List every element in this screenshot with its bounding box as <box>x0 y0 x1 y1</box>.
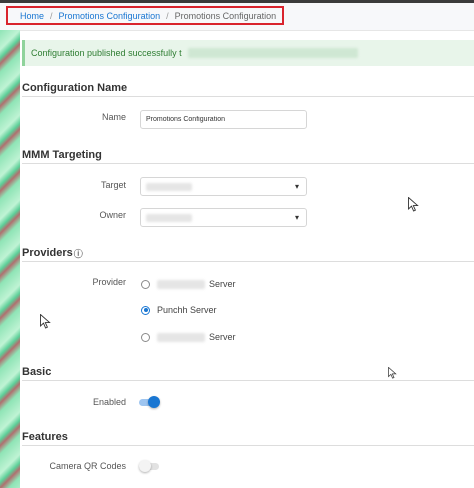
success-alert: Configuration published successfully t <box>22 40 474 66</box>
owner-label: Owner <box>99 210 126 220</box>
owner-select[interactable]: ▾ <box>140 208 307 227</box>
breadcrumb-separator: / <box>166 10 169 21</box>
breadcrumb-bar: Home / Promotions Configuration / Promot… <box>0 3 474 31</box>
redacted-text <box>157 279 205 289</box>
alert-message: Configuration published successfully t <box>31 48 182 58</box>
enabled-toggle[interactable] <box>139 396 160 408</box>
enabled-label: Enabled <box>92 397 126 407</box>
camera-qr-codes-label: Camera QR Codes <box>49 461 126 471</box>
redacted-text <box>146 183 192 191</box>
breadcrumb-current: Promotions Configuration <box>174 10 277 21</box>
section-title-basic: Basic <box>22 366 52 378</box>
target-label: Target <box>100 180 126 190</box>
section-divider <box>22 261 474 262</box>
section-divider <box>22 445 474 446</box>
provider-option-punchh-label: Punchh Server <box>157 305 217 315</box>
provider-option-3[interactable]: Server <box>141 332 236 342</box>
toggle-knob <box>148 396 160 408</box>
section-divider <box>22 96 474 97</box>
redacted-text <box>157 332 205 342</box>
section-title-mmm-targeting: MMM Targeting <box>22 149 102 161</box>
providers-title-text: Providers <box>22 247 73 259</box>
section-title-configuration-name: Configuration Name <box>22 82 128 94</box>
provider-option-3-label: Server <box>209 332 236 342</box>
breadcrumb: Home / Promotions Configuration / Promot… <box>6 6 284 25</box>
radio-button-selected[interactable] <box>141 305 150 315</box>
name-input[interactable] <box>140 110 307 129</box>
section-title-features: Features <box>22 431 68 443</box>
chevron-down-icon: ▾ <box>294 213 299 222</box>
camera-qr-codes-toggle[interactable] <box>139 460 159 472</box>
provider-option-punchh[interactable]: Punchh Server <box>141 305 217 315</box>
breadcrumb-home-link[interactable]: Home <box>20 11 44 21</box>
provider-option-1-label: Server <box>209 279 236 289</box>
radio-button[interactable] <box>141 332 150 342</box>
radio-button[interactable] <box>141 279 150 289</box>
breadcrumb-separator: / <box>50 10 53 21</box>
section-title-providers: Providersⓘ <box>22 247 83 260</box>
breadcrumb-promotions-link[interactable]: Promotions Configuration <box>59 11 161 21</box>
chevron-down-icon: ▾ <box>294 182 299 191</box>
name-label: Name <box>101 112 126 122</box>
target-select[interactable]: ▾ <box>140 177 307 196</box>
section-divider <box>22 380 474 381</box>
provider-option-1[interactable]: Server <box>141 279 236 289</box>
provider-label: Provider <box>92 277 126 287</box>
side-decoration <box>0 30 20 488</box>
redacted-text <box>146 214 192 222</box>
section-divider <box>22 163 474 164</box>
redacted-text <box>187 48 358 58</box>
info-icon[interactable]: ⓘ <box>74 249 83 259</box>
toggle-knob <box>139 460 151 472</box>
